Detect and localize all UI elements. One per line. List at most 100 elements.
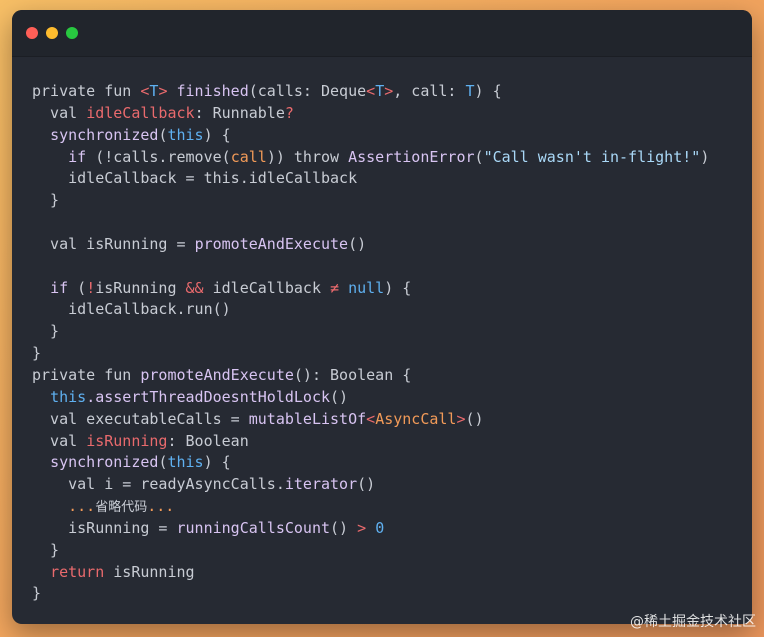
code-token: synchronized <box>50 125 159 144</box>
code-token: val i = readyAsyncCalls. <box>32 475 285 494</box>
code-token: () <box>357 475 376 494</box>
code-line: val isRunning = promoteAndExecute() <box>32 234 752 256</box>
code-token: : Boolean <box>167 431 249 450</box>
code-line: } <box>32 321 752 343</box>
code-token: runningCallsCount <box>176 518 331 537</box>
code-token: idleCallback = this.idleCallback <box>32 169 358 188</box>
code-token: ) { <box>384 278 412 297</box>
code-line: } <box>32 343 752 365</box>
code-token: idleCallback <box>203 278 331 297</box>
window-titlebar <box>12 10 752 57</box>
code-token: } <box>32 344 42 363</box>
code-token: 0 <box>375 518 385 537</box>
code-token: mutableListOf <box>248 409 367 428</box>
code-token: () <box>348 234 367 253</box>
code-line: val idleCallback: Runnable? <box>32 103 752 125</box>
code-token: T <box>465 82 475 100</box>
code-line: private fun <T> finished(calls: Deque<T>… <box>32 81 752 103</box>
code-token: isRunning <box>104 562 195 581</box>
code-token: val isRunning = <box>32 234 195 253</box>
code-token: AsyncCall <box>375 409 457 428</box>
code-token: ) <box>700 147 710 166</box>
code-token: isRunning <box>86 431 168 450</box>
code-token: if <box>50 278 69 297</box>
code-line: if (!isRunning && idleCallback ≠ null) { <box>32 278 752 300</box>
code-token: } <box>32 540 60 559</box>
code-token: ( <box>68 278 87 297</box>
code-token: > <box>384 82 394 100</box>
code-token: } <box>32 584 42 603</box>
code-line: synchronized(this) { <box>32 452 752 474</box>
code-token: } <box>32 322 60 341</box>
code-line: ...省略代码... <box>32 496 752 518</box>
code-token: ! <box>86 278 96 297</box>
code-token: (): Boolean { <box>293 365 412 384</box>
code-line: isRunning = runningCallsCount() > 0 <box>32 518 752 540</box>
code-line: this.assertThreadDoesntHoldLock() <box>32 387 752 409</box>
code-token: ) { <box>203 453 231 472</box>
code-line: idleCallback = this.idleCallback <box>32 168 752 190</box>
code-token: this <box>167 125 204 144</box>
code-token: promoteAndExecute <box>140 365 294 384</box>
code-token: > <box>158 82 177 100</box>
code-line: return isRunning <box>32 562 752 584</box>
code-token: null <box>348 278 385 297</box>
code-token: val executableCalls = <box>32 409 249 428</box>
code-line: } <box>32 583 752 605</box>
code-token: iterator <box>284 475 358 494</box>
code-token: synchronized <box>50 453 159 472</box>
code-token: ) { <box>203 125 231 144</box>
code-token: (calls: Deque <box>248 82 367 100</box>
code-token: "Call wasn't in-flight!" <box>483 147 701 166</box>
code-window: private fun <T> finished(calls: Deque<T>… <box>12 10 752 624</box>
code-token: val <box>32 431 87 450</box>
code-token: if <box>68 147 87 166</box>
code-line: val i = readyAsyncCalls.iterator() <box>32 474 752 496</box>
code-token: } <box>32 191 60 210</box>
code-line: synchronized(this) { <box>32 125 752 147</box>
close-window-button[interactable] <box>26 27 38 39</box>
code-block: private fun <T> finished(calls: Deque<T>… <box>12 57 752 605</box>
code-token: ) { <box>474 82 502 100</box>
code-token: ≠ <box>330 278 340 297</box>
code-token: AssertionError <box>348 147 475 166</box>
code-token: call <box>230 147 267 166</box>
code-token: (!calls.remove( <box>86 147 231 166</box>
code-token: > <box>456 409 466 428</box>
code-line: val executableCalls = mutableListOf<Asyn… <box>32 409 752 431</box>
code-token: idleCallback <box>86 103 195 122</box>
code-token: this <box>167 453 204 472</box>
minimize-window-button[interactable] <box>46 27 58 39</box>
code-token: < <box>366 409 376 428</box>
code-line: if (!calls.remove(call)) throw Assertion… <box>32 147 752 169</box>
code-token: : Runnable <box>194 103 285 122</box>
code-line: val isRunning: Boolean <box>32 431 752 453</box>
code-token: 省略代码 <box>95 500 148 516</box>
code-token: ? <box>284 103 294 122</box>
maximize-window-button[interactable] <box>66 27 78 39</box>
code-token: idleCallback.run() <box>32 300 231 319</box>
code-token: () <box>330 387 349 406</box>
code-token: > <box>357 518 367 537</box>
code-line: } <box>32 190 752 212</box>
code-token: , call: <box>393 82 466 100</box>
code-token: promoteAndExecute <box>194 234 349 253</box>
code-token: isRunning = <box>32 518 177 537</box>
code-token: ( <box>474 147 484 166</box>
code-line: } <box>32 540 752 562</box>
code-token: .assertThreadDoesntHoldLock <box>86 387 331 406</box>
code-line: idleCallback.run() <box>32 299 752 321</box>
code-token: T <box>375 82 385 100</box>
code-token: < <box>366 82 376 100</box>
code-token: val <box>32 103 87 122</box>
code-token: () <box>330 518 358 537</box>
code-token: return <box>50 562 105 581</box>
